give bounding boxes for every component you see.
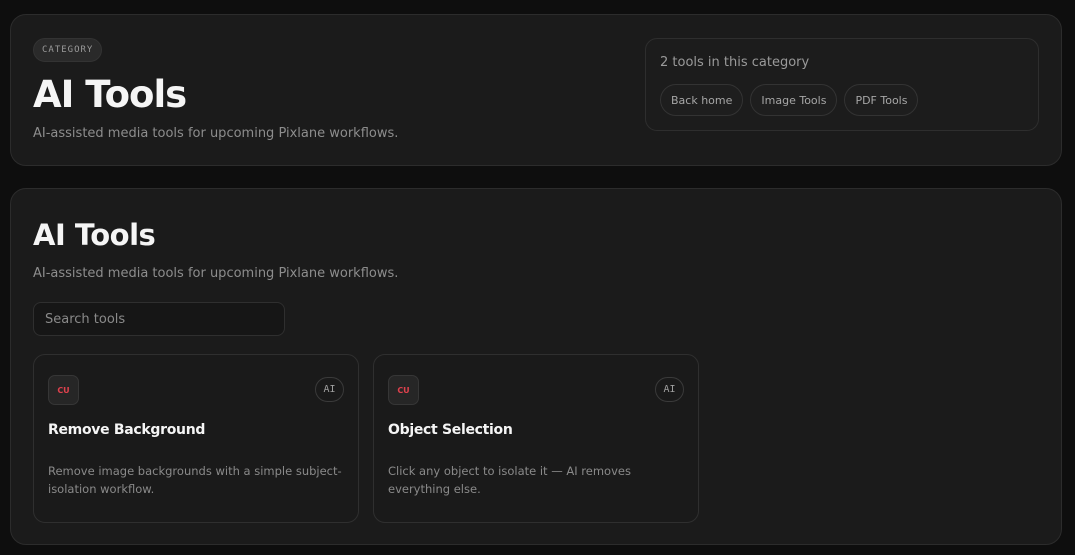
tool-icon: CU xyxy=(388,375,419,405)
tool-card-remove-background[interactable]: CU AI Remove Background Remove image bac… xyxy=(33,354,359,523)
category-links: Back home Image Tools PDF Tools xyxy=(660,84,919,116)
section-title: AI Tools xyxy=(33,218,156,252)
back-home-link[interactable]: Back home xyxy=(660,84,744,116)
category-info-box: 2 tools in this category Back home Image… xyxy=(645,38,1039,131)
image-tools-link[interactable]: Image Tools xyxy=(750,84,838,116)
search-input[interactable] xyxy=(33,302,285,336)
tool-card-description: Remove image backgrounds with a simple s… xyxy=(48,464,342,496)
category-badge: CATEGORY xyxy=(33,38,103,62)
tool-card-object-selection[interactable]: CU AI Object Selection Click any object … xyxy=(373,354,699,523)
pdf-tools-link[interactable]: PDF Tools xyxy=(844,84,919,116)
page-title: AI Tools xyxy=(33,73,187,116)
tool-card-description: Click any object to isolate it — AI remo… xyxy=(388,464,631,496)
tool-card-title: Remove Background xyxy=(48,422,206,438)
section-description: AI-assisted media tools for upcoming Pix… xyxy=(33,266,399,281)
tool-card-title: Object Selection xyxy=(388,422,513,438)
tool-icon: CU xyxy=(48,375,79,405)
ai-tag-badge: AI xyxy=(315,377,344,402)
ai-tag-badge: AI xyxy=(655,377,684,402)
page-description: AI-assisted media tools for upcoming Pix… xyxy=(33,126,399,141)
tool-count: 2 tools in this category xyxy=(660,55,810,70)
category-hero-panel: CATEGORY AI Tools AI-assisted media tool… xyxy=(10,14,1062,166)
tools-panel: AI Tools AI-assisted media tools for upc… xyxy=(10,188,1062,545)
